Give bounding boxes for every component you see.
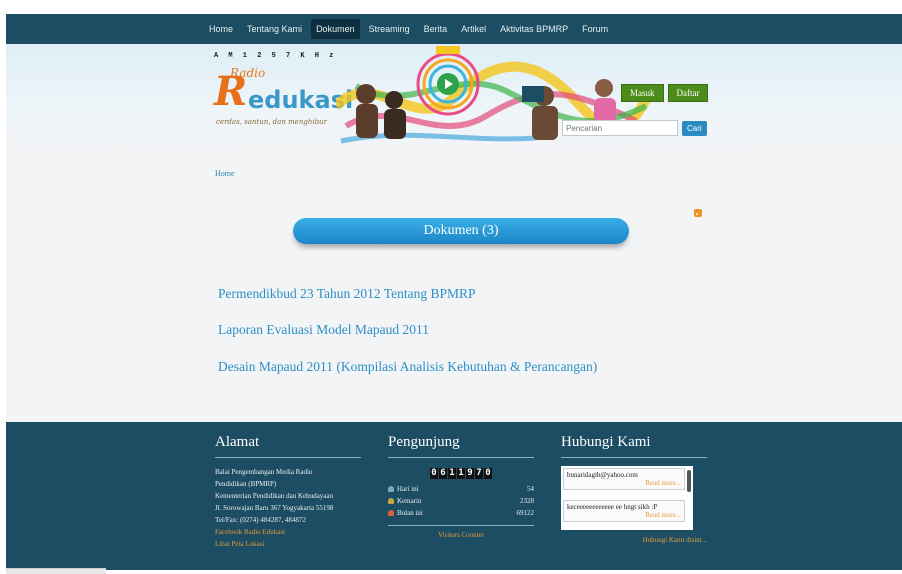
visitor-counter: 0 6 1 1 9 7 0 bbox=[388, 468, 534, 479]
counter-digit: 9 bbox=[466, 468, 474, 479]
shout-text: bunaridagib@yahoo.com bbox=[567, 471, 638, 479]
visitors-yesterday-value: 2328 bbox=[520, 497, 534, 505]
logo-frequency: A M 1 2 5 7 K H z bbox=[214, 52, 337, 60]
nav-streaming[interactable]: Streaming bbox=[364, 19, 415, 39]
visitors-month-label: Bulan ini bbox=[397, 509, 423, 517]
document-link[interactable]: Permendikbud 23 Tahun 2012 Tentang BPMRP bbox=[218, 286, 476, 302]
nav-forum[interactable]: Forum bbox=[577, 19, 613, 39]
site-header: A M 1 2 5 7 K H z Radio R edukasi cerdas… bbox=[6, 44, 902, 156]
radio-edukasi-logo[interactable]: A M 1 2 5 7 K H z Radio R edukasi cerdas… bbox=[214, 52, 353, 134]
auth-buttons: Masuk Daftar bbox=[621, 84, 709, 102]
read-more-link[interactable]: Read more... bbox=[567, 479, 681, 487]
address-line: Pendidikan (BPMRP) bbox=[215, 480, 277, 488]
footer-pengunjung: Pengunjung 0 6 1 1 9 7 0 Hari ini 54 Kem… bbox=[388, 434, 534, 539]
breadcrumb-home[interactable]: Home bbox=[215, 169, 235, 178]
visitors-counter-link[interactable]: Visitors Counter bbox=[388, 525, 534, 539]
contact-link[interactable]: Hubungi Kami disini... bbox=[561, 536, 707, 544]
visitors-yesterday-label: Kemarin bbox=[397, 497, 422, 505]
hubungi-heading: Hubungi Kami bbox=[561, 434, 707, 458]
counter-digit: 7 bbox=[475, 468, 483, 479]
counter-digit: 6 bbox=[439, 468, 447, 479]
rss-feed-icon[interactable] bbox=[694, 209, 702, 217]
nav-berita[interactable]: Berita bbox=[419, 19, 453, 39]
shout-message: bunaridagib@yahoo.com Read more... bbox=[563, 468, 685, 490]
browser-status-bar bbox=[6, 568, 106, 574]
map-link[interactable]: Lihat Peta Lokasi bbox=[215, 538, 361, 550]
counter-digit: 1 bbox=[448, 468, 456, 479]
page-title: Dokumen (3) bbox=[293, 218, 629, 244]
masuk-button[interactable]: Masuk bbox=[621, 84, 664, 102]
read-more-link[interactable]: Read more... bbox=[567, 511, 681, 519]
shout-message: keceeeeeeeeeeee ee bngt sikh :P Read mor… bbox=[563, 500, 685, 522]
facebook-link[interactable]: Facebook Radio Edukasi bbox=[215, 526, 361, 538]
counter-digit: 0 bbox=[484, 468, 492, 479]
visitors-month-value: 69122 bbox=[516, 509, 535, 517]
site-footer: Alamat Balai Pengembangan Media Radio Pe… bbox=[6, 422, 902, 570]
user-icon bbox=[388, 486, 394, 492]
shoutbox[interactable]: bunaridagib@yahoo.com Read more... kecee… bbox=[561, 466, 693, 530]
browser-page: Home Tentang Kami Dokumen Streaming Beri… bbox=[6, 14, 902, 570]
address-line: Tel/Fax: (0274) 484287, 484872 bbox=[215, 516, 306, 524]
search-input[interactable] bbox=[562, 120, 678, 136]
footer-alamat: Alamat Balai Pengembangan Media Radio Pe… bbox=[215, 434, 361, 550]
address-line: Kementerian Pendidikan dan Kebudayaan bbox=[215, 492, 333, 500]
address-text: Balai Pengembangan Media Radio Pendidika… bbox=[215, 466, 361, 550]
visitors-yesterday-row: Kemarin 2328 bbox=[388, 497, 534, 505]
nav-home[interactable]: Home bbox=[204, 19, 238, 39]
nav-artikel[interactable]: Artikel bbox=[456, 19, 491, 39]
visitors-today-label: Hari ini bbox=[397, 485, 419, 493]
address-line: Balai Pengembangan Media Radio bbox=[215, 468, 313, 476]
daftar-button[interactable]: Daftar bbox=[667, 84, 709, 102]
nav-tentang-kami[interactable]: Tentang Kami bbox=[242, 19, 307, 39]
document-link[interactable]: Laporan Evaluasi Model Mapaud 2011 bbox=[218, 322, 429, 338]
footer-hubungi: Hubungi Kami bunaridagib@yahoo.com Read … bbox=[561, 434, 707, 544]
shoutbox-scrollbar[interactable] bbox=[687, 470, 691, 492]
logo-r-letter: R bbox=[214, 68, 248, 115]
visitors-today-row: Hari ini 54 bbox=[388, 485, 534, 493]
top-navigation: Home Tentang Kami Dokumen Streaming Beri… bbox=[6, 14, 902, 44]
pengunjung-heading: Pengunjung bbox=[388, 434, 534, 458]
logo-tagline: cerdas, santun, dan menghibur bbox=[216, 118, 327, 126]
nav-menu: Home Tentang Kami Dokumen Streaming Beri… bbox=[204, 19, 613, 39]
address-line: Jl. Sorowajan Baru 367 Yogyakarta 55198 bbox=[215, 504, 334, 512]
user-icon bbox=[388, 510, 394, 516]
search-bar: Cari bbox=[562, 120, 707, 136]
user-icon bbox=[388, 498, 394, 504]
counter-digit: 1 bbox=[457, 468, 465, 479]
alamat-heading: Alamat bbox=[215, 434, 361, 458]
search-button[interactable]: Cari bbox=[682, 120, 707, 136]
shout-text: keceeeeeeeeeeee ee bngt sikh :P bbox=[567, 503, 658, 511]
visitors-month-row: Bulan ini 69122 bbox=[388, 509, 534, 517]
nav-dokumen[interactable]: Dokumen bbox=[311, 19, 360, 39]
counter-digit: 0 bbox=[430, 468, 438, 479]
visitors-today-value: 54 bbox=[527, 485, 534, 493]
document-link[interactable]: Desain Mapaud 2011 (Kompilasi Analisis K… bbox=[218, 359, 597, 375]
nav-aktivitas-bpmrp[interactable]: Aktivitas BPMRP bbox=[495, 19, 573, 39]
